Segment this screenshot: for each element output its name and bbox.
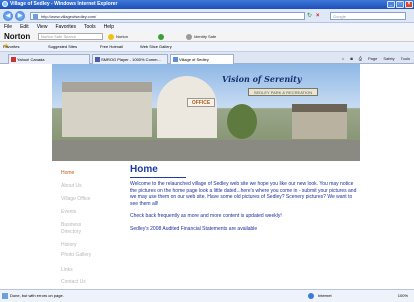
identity-safe-label: Identity Safe [194, 34, 217, 39]
welcome-paragraph: Welcome to the relaunched village of Sed… [130, 181, 357, 207]
nav-village-office[interactable]: Village Office [61, 196, 90, 202]
fav-free-hotmail[interactable]: Free Hotmail [100, 42, 123, 52]
norton-toolbar-item[interactable]: Norton [108, 33, 128, 40]
page-menu[interactable]: Page [368, 55, 377, 63]
window-titlebar: Village of Sedley - Windows Internet Exp… [0, 0, 414, 9]
url-field[interactable]: http://www.villageofsedley.com/ [30, 12, 305, 20]
fav-web-slice-gallery[interactable]: Web Slice Gallery [140, 42, 172, 52]
sidebar-nav: Home About Us Village Office Events Busi… [52, 161, 117, 289]
menu-bar: File Edit View Favorites Tools Help [0, 23, 414, 31]
error-icon[interactable] [2, 293, 8, 299]
print-icon[interactable]: ⎙ [359, 55, 362, 63]
zoom-level[interactable]: 100% [398, 290, 408, 302]
close-button[interactable]: × [405, 1, 413, 8]
street-image [52, 140, 360, 161]
house-image [292, 104, 347, 139]
tab-label: Yahoo! Canada [17, 57, 45, 62]
menu-favorites[interactable]: Favorites [55, 23, 76, 31]
ie-icon [2, 1, 8, 7]
tree-image [227, 104, 257, 139]
minimize-button[interactable]: _ [387, 1, 395, 8]
norton-item-label: Norton [116, 34, 129, 39]
smrog-icon [95, 57, 100, 62]
nav-business[interactable]: Business [61, 222, 81, 228]
refresh-icon[interactable]: ↻ [307, 12, 315, 20]
back-button[interactable]: ◀ [3, 11, 13, 21]
search-placeholder: Google [333, 14, 346, 19]
nav-about-us[interactable]: About Us [61, 183, 82, 189]
url-text: http://www.villageofsedley.com/ [41, 14, 97, 19]
main-content: Home Welcome to the relaunched village o… [130, 164, 360, 238]
menu-file[interactable]: File [4, 23, 12, 31]
nav-links[interactable]: Links [61, 267, 73, 273]
maximize-button[interactable]: □ [396, 1, 404, 8]
identity-safe-button[interactable]: Identity Safe [186, 33, 216, 40]
page-content: OFFICE Vision of Serenity SEDLEY PARK & … [0, 64, 414, 289]
tab-label: Village of Sedley [179, 57, 209, 62]
nav-events[interactable]: Events [61, 209, 76, 215]
tab-bar: Yahoo! Canada SMROG Player - 1000% Comm.… [0, 52, 414, 64]
update-paragraph: Check back frequently as more and more c… [130, 213, 282, 219]
financial-paragraph: Sedley's 2008 Audited Financial Statemen… [130, 225, 258, 232]
favorites-bar: ★ Favorites Suggested Sites Free Hotmail… [0, 42, 414, 52]
page-icon [33, 14, 38, 19]
site-tagline: Vision of Serenity [222, 74, 302, 84]
park-sign: SEDLEY PARK & RECREATION [248, 88, 318, 96]
stop-icon[interactable]: × [316, 12, 324, 20]
menu-edit[interactable]: Edit [20, 23, 29, 31]
command-bar: ⌂ ◙ ⎙ Page Safety Tools [342, 55, 410, 63]
norton-toolbar: Norton Norton Safe Search Norton Identit… [0, 31, 414, 42]
tab-smrog[interactable]: SMROG Player - 1000% Comm... [92, 54, 168, 64]
nav-directory[interactable]: Directory [61, 229, 81, 235]
rss-icon[interactable]: ◙ [350, 55, 352, 63]
norton-search-input[interactable]: Norton Safe Search [38, 33, 103, 40]
nav-history[interactable]: History [61, 242, 77, 248]
status-bar: Done, but with errors on page. Internet … [0, 289, 414, 302]
nav-photo-gallery[interactable]: Photo Gallery [61, 252, 91, 258]
green-check-icon[interactable] [158, 33, 166, 40]
globe-icon [308, 293, 314, 299]
norton-shield-icon [108, 33, 114, 40]
window-controls: _ □ × [387, 1, 413, 8]
page-icon [173, 57, 178, 62]
heading-underline [130, 177, 186, 178]
favorites-label: Favorites [3, 44, 20, 49]
norton-search-placeholder: Norton Safe Search [41, 34, 77, 39]
menu-help[interactable]: Help [104, 23, 114, 31]
window-title: Village of Sedley - Windows Internet Exp… [10, 1, 118, 7]
identity-safe-icon [186, 33, 192, 40]
forward-button[interactable]: ▶ [15, 11, 25, 21]
tools-menu[interactable]: Tools [401, 55, 410, 63]
search-input[interactable]: Google [330, 12, 406, 20]
nav-contact-us[interactable]: Contact Us [61, 279, 86, 285]
norton-logo: Norton [4, 32, 31, 41]
page-heading: Home [130, 164, 158, 175]
security-zone: Internet [318, 293, 332, 298]
office-sign: OFFICE [187, 98, 215, 107]
status-text: Done, but with errors on page. [10, 293, 64, 298]
tab-label: SMROG Player - 1000% Comm... [101, 57, 161, 62]
safety-menu[interactable]: Safety [383, 55, 394, 63]
tab-sedley[interactable]: Village of Sedley [170, 54, 234, 64]
yahoo-icon [11, 57, 16, 62]
nav-home[interactable]: Home [61, 170, 74, 176]
fav-suggested-sites[interactable]: Suggested Sites [48, 42, 77, 52]
header-banner-image: OFFICE Vision of Serenity SEDLEY PARK & … [52, 64, 360, 161]
address-bar: ◀ ▶ http://www.villageofsedley.com/ ↻ × … [0, 9, 414, 23]
menu-view[interactable]: View [37, 23, 48, 31]
home-icon[interactable]: ⌂ [342, 55, 344, 63]
building-image [62, 82, 152, 137]
menu-tools[interactable]: Tools [84, 23, 96, 31]
tab-yahoo[interactable]: Yahoo! Canada [8, 54, 90, 64]
